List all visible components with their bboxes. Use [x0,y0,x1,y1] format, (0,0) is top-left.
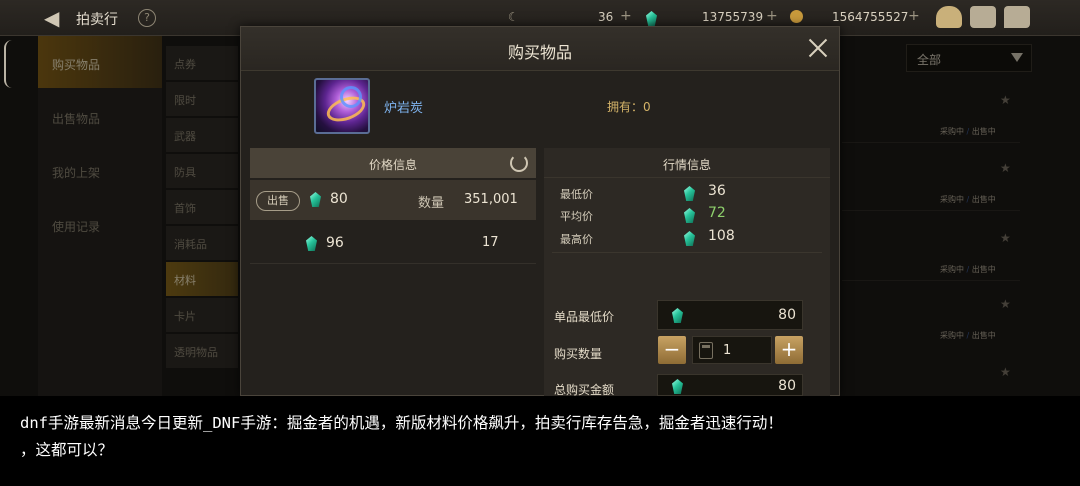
gem-icon [306,236,317,251]
close-icon[interactable] [807,37,829,59]
page-title: 拍卖行 [76,12,118,28]
mail-icon[interactable] [970,6,996,28]
back-arrow-icon[interactable]: ◀ [44,6,68,30]
gem-icon [310,192,321,207]
quantity-label: 数量 [418,196,445,211]
quantity-value: 17 [482,235,499,250]
article-caption: dnf手游最新消息今日更新_DNF手游：掘金者的机遇，新版材料价格飙升，拍卖行库… [0,396,1080,486]
edge-handle [4,40,12,88]
increase-quantity-button[interactable]: + [775,336,803,364]
price-row[interactable]: 96 17 [250,222,536,264]
moon-icon: ☾ [508,10,519,24]
currency-1-add-button[interactable]: + [620,8,632,24]
gem-icon [672,308,683,323]
decrease-quantity-button[interactable]: − [658,336,686,364]
unit-price-label: 单品最低价 [554,310,615,324]
quantity-value: 351,001 [464,192,518,207]
min-price-label: 最低价 [560,188,593,201]
buy-quantity-label: 购买数量 [554,347,603,361]
gem-icon [684,186,695,201]
refresh-icon[interactable] [510,154,528,172]
price-row[interactable]: 出售 80 数量 351,001 [250,180,536,220]
max-price-label: 最高价 [560,233,593,246]
buy-item-dialog: 购买物品 炉岩炭 拥有：0 价格信息 出售 80 数量 351,001 96 1… [240,26,840,397]
dialog-header: 购买物品 [241,27,839,71]
price-value: 80 [330,191,348,207]
currency-2-add-button[interactable]: + [766,8,778,24]
min-price-value: 36 [708,183,726,199]
divider [552,252,822,253]
caption-line-1: dnf手游最新消息今日更新_DNF手游：掘金者的机遇，新版材料价格飙升，拍卖行库… [20,414,783,432]
market-info-header: 行情信息 [544,148,830,178]
market-info-panel: 行情信息 最低价 36 平均价 72 最高价 108 单品最低价 80 购买数量… [544,148,830,397]
caption-line-2: ，这都可以？ [20,441,114,459]
market-info-title: 行情信息 [662,158,711,172]
owned-count: 拥有：0 [607,100,651,114]
price-info-header: 价格信息 [250,148,536,178]
dialog-title: 购买物品 [507,43,572,62]
item-icon [314,78,370,134]
gem-icon [684,208,695,223]
gem-icon [684,231,695,246]
gem-icon [646,11,657,26]
price-info-title: 价格信息 [368,158,417,172]
quantity-input-value: 1 [723,343,732,358]
gem-icon [672,379,683,394]
currency-1-value: 36 [598,10,614,24]
currency-3-value: 1564755527 [832,10,909,24]
bag-icon[interactable] [936,6,962,28]
quantity-input[interactable]: 1 [692,336,772,364]
item-name: 炉岩炭 [384,101,424,116]
sell-badge: 出售 [256,191,300,211]
unit-price-field: 80 [657,300,803,330]
total-amount-value: 80 [778,378,796,394]
avg-price-value: 72 [708,205,726,221]
max-price-value: 108 [708,228,735,244]
price-value: 96 [326,235,344,251]
question-icon[interactable]: ? [138,9,156,27]
currency-2-value: 13755739 [702,10,764,24]
item-glow-ring [340,86,362,108]
gold-coin-icon [790,10,803,23]
unit-price-value: 80 [778,307,796,323]
calculator-icon[interactable] [699,342,713,359]
avg-price-label: 平均价 [560,210,593,223]
chat-icon[interactable] [1004,6,1030,28]
currency-3-add-button[interactable]: + [908,8,920,24]
total-amount-field: 80 [657,374,803,396]
